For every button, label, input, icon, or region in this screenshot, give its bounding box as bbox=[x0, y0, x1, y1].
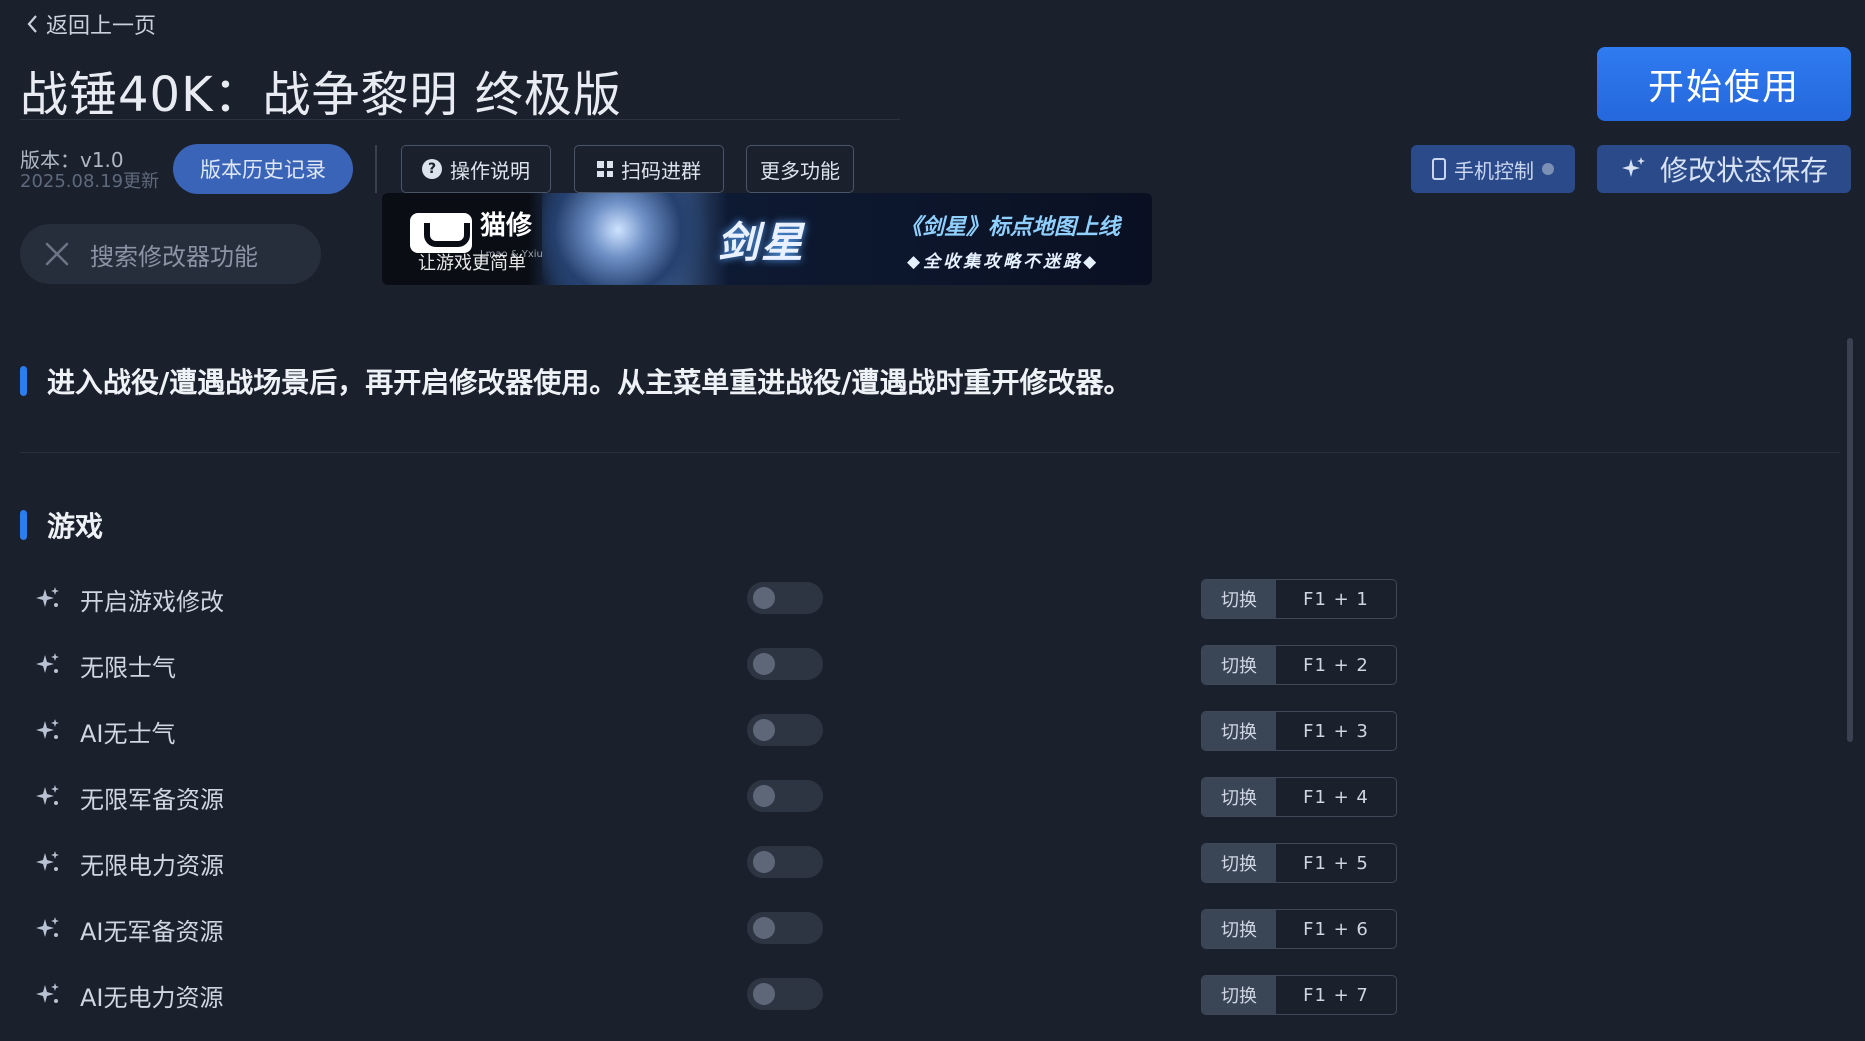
option-toggle[interactable] bbox=[747, 648, 823, 680]
promo-banner[interactable]: 猫修 Lmao & Yxiu 让游戏更简单 剑星 《剑星》标点地图上线 ◆全收集… bbox=[382, 193, 1152, 285]
toolbar-separator bbox=[375, 145, 377, 193]
title-divider bbox=[20, 119, 900, 120]
brand-tagline: 让游戏更简单 bbox=[418, 253, 526, 274]
option-row: AI无军备资源 切换 F1 + 6 bbox=[0, 895, 1865, 961]
instructions-button[interactable]: ? 操作说明 bbox=[401, 145, 551, 193]
option-row: AI无士气 切换 F1 + 3 bbox=[0, 697, 1865, 763]
hotkey-combo[interactable]: F1 + 3 bbox=[1276, 712, 1396, 750]
option-hotkey[interactable]: 切换 F1 + 4 bbox=[1201, 777, 1397, 817]
hotkey-action[interactable]: 切换 bbox=[1202, 712, 1276, 750]
option-toggle[interactable] bbox=[747, 912, 823, 944]
option-row: 无限军备资源 切换 F1 + 4 bbox=[0, 763, 1865, 829]
hotkey-action[interactable]: 切换 bbox=[1202, 844, 1276, 882]
sparkle-icon bbox=[36, 785, 59, 805]
hotkey-action[interactable]: 切换 bbox=[1202, 910, 1276, 948]
option-hotkey[interactable]: 切换 F1 + 7 bbox=[1201, 975, 1397, 1015]
start-button[interactable]: 开始使用 bbox=[1597, 47, 1851, 121]
version-date: 2025.08.19更新 bbox=[20, 171, 160, 192]
version-history-button[interactable]: 版本历史记录 bbox=[173, 144, 353, 194]
qr-join-label: 扫码进群 bbox=[621, 158, 701, 183]
sparkle-icon bbox=[36, 983, 59, 1003]
option-row: 开启游戏修改 切换 F1 + 1 bbox=[0, 565, 1865, 631]
option-toggle[interactable] bbox=[747, 846, 823, 878]
option-row: 无限士气 切换 F1 + 2 bbox=[0, 631, 1865, 697]
option-label: AI无军备资源 bbox=[80, 918, 224, 946]
more-features-button[interactable]: 更多功能 bbox=[746, 145, 854, 193]
hotkey-combo[interactable]: F1 + 4 bbox=[1276, 778, 1396, 816]
option-toggle[interactable] bbox=[747, 978, 823, 1010]
hotkey-action[interactable]: 切换 bbox=[1202, 580, 1276, 618]
version-info: 版本：v1.0 2025.08.19更新 bbox=[20, 148, 159, 192]
option-label: 无限军备资源 bbox=[80, 786, 224, 814]
option-hotkey[interactable]: 切换 F1 + 5 bbox=[1201, 843, 1397, 883]
notice-accent-bar bbox=[20, 366, 27, 396]
sparkle-icon bbox=[36, 719, 59, 739]
hotkey-combo[interactable]: F1 + 1 bbox=[1276, 580, 1396, 618]
option-hotkey[interactable]: 切换 F1 + 2 bbox=[1201, 645, 1397, 685]
banner-artwork bbox=[542, 193, 732, 285]
sparkle-icon bbox=[36, 851, 59, 871]
help-icon: ? bbox=[422, 159, 442, 179]
usage-notice: 进入战役/遭遇战场景后，再开启修改器使用。从主菜单重进战役/遭遇战时重开修改器。 bbox=[20, 361, 1131, 401]
banner-promo-line2: ◆全收集攻略不迷路◆ bbox=[907, 252, 1100, 272]
sparkle-icon bbox=[36, 917, 59, 937]
hotkey-action[interactable]: 切换 bbox=[1202, 646, 1276, 684]
back-link[interactable]: 返回上一页 bbox=[26, 8, 156, 40]
banner-game-name: 剑星 bbox=[717, 218, 806, 267]
section-header-game: 游戏 bbox=[20, 505, 103, 545]
hotkey-action[interactable]: 切换 bbox=[1202, 976, 1276, 1014]
page-title: 战锤40K：战争黎明 终极版 bbox=[20, 67, 622, 123]
hotkey-combo[interactable]: F1 + 6 bbox=[1276, 910, 1396, 948]
instructions-label: 操作说明 bbox=[450, 158, 530, 183]
hotkey-action[interactable]: 切换 bbox=[1202, 778, 1276, 816]
hotkey-combo[interactable]: F1 + 2 bbox=[1276, 646, 1396, 684]
save-state-label: 修改状态保存 bbox=[1659, 154, 1828, 187]
chevron-left-icon bbox=[27, 15, 37, 33]
version-label: 版本：v1.0 bbox=[20, 148, 124, 172]
option-label: 无限电力资源 bbox=[80, 852, 224, 880]
option-label: 开启游戏修改 bbox=[80, 588, 224, 616]
sparkle-icon bbox=[36, 587, 59, 607]
hotkey-combo[interactable]: F1 + 5 bbox=[1276, 844, 1396, 882]
save-state-button[interactable]: 修改状态保存 bbox=[1597, 145, 1851, 193]
phone-control-button[interactable]: 手机控制 bbox=[1411, 145, 1575, 193]
hotkey-combo[interactable]: F1 + 7 bbox=[1276, 976, 1396, 1014]
back-label: 返回上一页 bbox=[46, 14, 157, 39]
search-placeholder: 搜索修改器功能 bbox=[90, 242, 258, 271]
phone-control-label: 手机控制 bbox=[1454, 158, 1534, 183]
brand-logo-icon bbox=[410, 213, 472, 253]
option-label: AI无士气 bbox=[80, 720, 176, 748]
section-divider bbox=[20, 452, 1840, 453]
option-hotkey[interactable]: 切换 F1 + 1 bbox=[1201, 579, 1397, 619]
option-toggle[interactable] bbox=[747, 714, 823, 746]
qr-join-group-button[interactable]: 扫码进群 bbox=[574, 145, 724, 193]
option-toggle[interactable] bbox=[747, 582, 823, 614]
notice-text: 进入战役/遭遇战场景后，再开启修改器使用。从主菜单重进战役/遭遇战时重开修改器。 bbox=[47, 366, 1132, 399]
option-hotkey[interactable]: 切换 F1 + 6 bbox=[1201, 909, 1397, 949]
sparkle-icon bbox=[1621, 157, 1645, 177]
sparkle-icon bbox=[36, 653, 59, 673]
qr-code-icon bbox=[597, 161, 613, 177]
option-hotkey[interactable]: 切换 F1 + 3 bbox=[1201, 711, 1397, 751]
settings-dot-icon bbox=[1542, 163, 1554, 175]
search-input[interactable]: 搜索修改器功能 bbox=[20, 224, 321, 284]
option-label: AI无电力资源 bbox=[80, 984, 224, 1012]
brand-name: 猫修 bbox=[480, 211, 533, 241]
section-title: 游戏 bbox=[47, 510, 104, 543]
banner-promo-line1: 《剑星》标点地图上线 bbox=[900, 215, 1121, 240]
option-row: 无限电力资源 切换 F1 + 5 bbox=[0, 829, 1865, 895]
phone-icon bbox=[1432, 158, 1446, 180]
tools-icon bbox=[45, 242, 69, 266]
option-row: AI无电力资源 切换 F1 + 7 bbox=[0, 961, 1865, 1027]
option-label: 无限士气 bbox=[80, 654, 176, 682]
section-accent-bar bbox=[20, 510, 27, 540]
option-toggle[interactable] bbox=[747, 780, 823, 812]
